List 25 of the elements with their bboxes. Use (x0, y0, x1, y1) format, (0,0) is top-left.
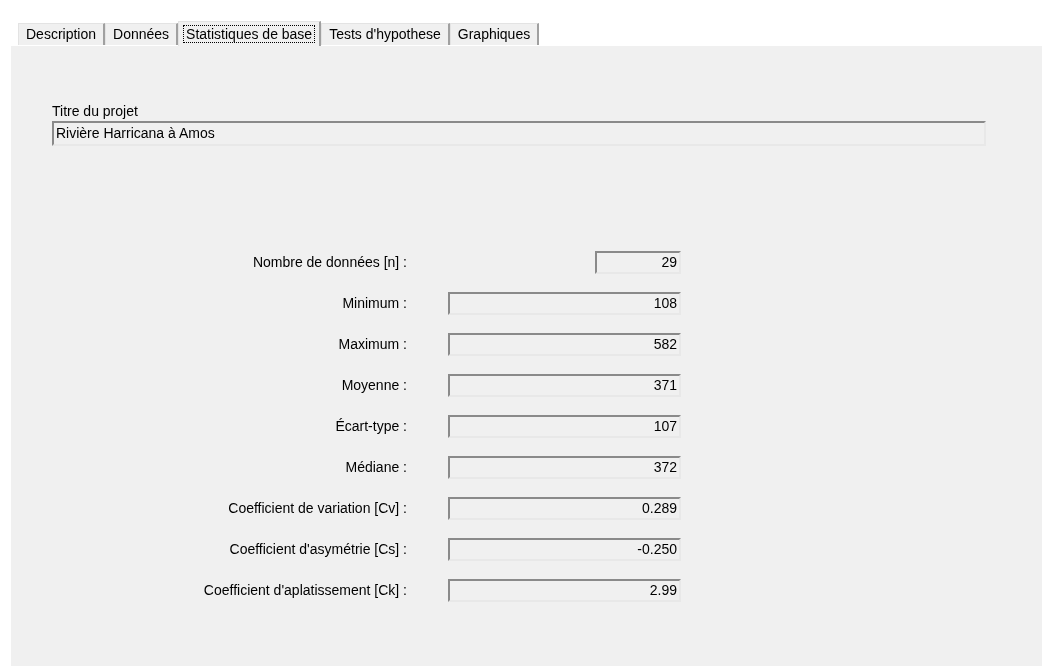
stat-value-field: 372 (448, 456, 681, 479)
stat-label: Coefficient d'asymétrie [Cs] : (228, 540, 407, 559)
stat-value-field: 108 (448, 292, 681, 315)
stat-value-field: 371 (448, 374, 681, 397)
stat-label: Minimum : (341, 294, 407, 313)
tab[interactable]: Tests d'hypothese (321, 23, 450, 45)
stat-value-field: 0.289 (448, 497, 681, 520)
stat-label: Écart-type : (334, 417, 407, 436)
tab[interactable]: Graphiques (449, 23, 540, 45)
stat-label: Coefficient de variation [Cv] : (227, 499, 407, 518)
stat-label: Nombre de données [n] : (251, 253, 407, 272)
tab[interactable]: Données (105, 23, 179, 45)
stat-label: Moyenne : (340, 376, 407, 395)
project-title-label: Titre du projet (52, 102, 139, 121)
stat-label: Médiane : (344, 458, 407, 477)
stat-value-field: 2.99 (448, 579, 681, 602)
stat-value-field: 107 (448, 415, 681, 438)
stat-value-field: 582 (448, 333, 681, 356)
stat-label: Coefficient d'aplatissement [Ck] : (202, 581, 407, 600)
tab[interactable]: Description (18, 23, 106, 45)
stat-label: Maximum : (337, 335, 407, 354)
stat-value-field: 29 (595, 251, 681, 274)
stat-value-field: -0.250 (448, 538, 681, 561)
project-title-field[interactable]: Rivière Harricana à Amos (52, 121, 986, 146)
tab[interactable]: Statistiques de base (178, 21, 322, 46)
